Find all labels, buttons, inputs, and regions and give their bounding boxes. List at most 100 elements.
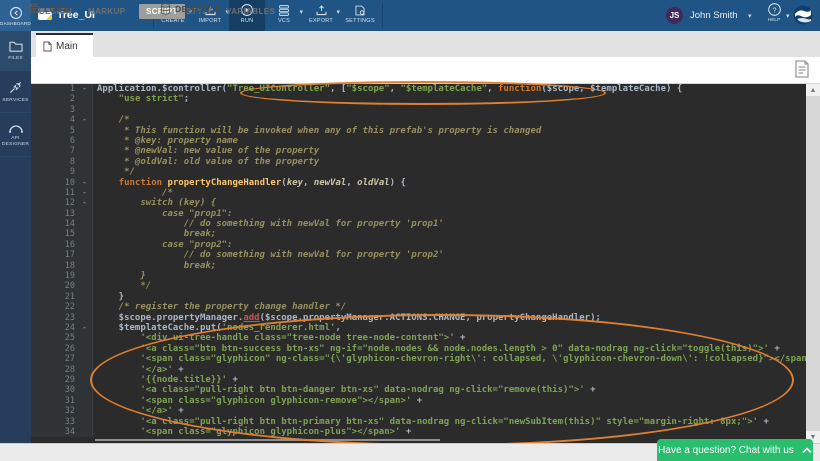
line-number[interactable]: 16: [31, 240, 92, 250]
sidebar-item-api-designer[interactable]: API DESIGNER: [0, 113, 31, 157]
horizontal-scrollbar-thumb[interactable]: [95, 439, 440, 441]
code-line[interactable]: * @oldVal: old value of the property: [97, 157, 806, 167]
code-line[interactable]: '<div ui-tree-handle class="tree-node tr…: [97, 333, 806, 343]
line-number[interactable]: 34: [31, 427, 92, 437]
line-number[interactable]: 28: [31, 365, 92, 375]
line-number[interactable]: 19: [31, 271, 92, 281]
code-line[interactable]: case "prop2":: [97, 240, 806, 250]
line-number[interactable]: 10-: [31, 178, 92, 188]
line-number[interactable]: 31: [31, 396, 92, 406]
chat-button[interactable]: Have a question? Chat with us: [657, 439, 813, 461]
fold-marker-icon[interactable]: -: [82, 198, 87, 208]
line-number[interactable]: 11-: [31, 188, 92, 198]
code-line[interactable]: /* register the property change handler …: [97, 302, 806, 312]
services-icon: [8, 80, 23, 95]
page-icon: [43, 41, 52, 52]
code-line[interactable]: $scope.propertyManager.add($scope.proper…: [97, 313, 806, 323]
editor-gutter[interactable]: 1-234-5678910-11-12-13141516171819202122…: [31, 84, 93, 437]
fold-marker-icon[interactable]: -: [82, 178, 87, 188]
line-number[interactable]: 33: [31, 417, 92, 427]
line-number[interactable]: 15: [31, 229, 92, 239]
line-number[interactable]: 2: [31, 94, 92, 104]
line-number[interactable]: 21: [31, 292, 92, 302]
line-number[interactable]: 5: [31, 126, 92, 136]
code-line[interactable]: '<span class="glyphicon glyphicon-remove…: [97, 396, 806, 406]
line-number[interactable]: 1-: [31, 84, 92, 94]
vertical-scrollbar[interactable]: [806, 84, 820, 443]
line-number[interactable]: 32: [31, 406, 92, 416]
code-line[interactable]: * @key: property name: [97, 136, 806, 146]
sidebar-item-services[interactable]: SERVICES: [0, 71, 31, 113]
line-number[interactable]: 4-: [31, 115, 92, 125]
line-number[interactable]: 7: [31, 146, 92, 156]
fold-marker-icon[interactable]: -: [82, 188, 87, 198]
code-line[interactable]: // do something with newVal for property…: [97, 219, 806, 229]
tab-main[interactable]: Main: [36, 33, 93, 57]
code-line[interactable]: }: [97, 292, 806, 302]
line-number[interactable]: 14: [31, 219, 92, 229]
code-line[interactable]: * This function will be invoked when any…: [97, 126, 806, 136]
line-number[interactable]: 8: [31, 157, 92, 167]
code-line[interactable]: }: [97, 271, 806, 281]
line-number[interactable]: 30: [31, 385, 92, 395]
line-number[interactable]: 26: [31, 344, 92, 354]
code-line[interactable]: '<a class="btn btn-success btn-xs" ng-if…: [97, 344, 806, 354]
code-line[interactable]: /*: [97, 188, 806, 198]
line-number[interactable]: 6: [31, 136, 92, 146]
line-number[interactable]: 27: [31, 354, 92, 364]
sidebar-item-files[interactable]: FILES: [0, 31, 31, 71]
logs-button[interactable]: LOGS: [28, 3, 69, 14]
user-name[interactable]: John Smith: [690, 10, 738, 21]
tab-markup[interactable]: MARKUP: [88, 7, 126, 16]
code-line[interactable]: '<a class="pull-right btn btn-primary bt…: [97, 417, 806, 427]
code-line[interactable]: '{{node.title}}' +: [97, 375, 806, 385]
line-number[interactable]: 12-: [31, 198, 92, 208]
line-number[interactable]: 13: [31, 209, 92, 219]
user-caret-down-icon[interactable]: ▾: [748, 12, 752, 20]
code-line[interactable]: */: [97, 281, 806, 291]
line-number[interactable]: 22: [31, 302, 92, 312]
db-tools-button[interactable]: DB TOOLS: [160, 3, 221, 15]
scroll-up-arrow-icon[interactable]: ▲: [806, 84, 820, 96]
code-line[interactable]: // do something with newVal for property…: [97, 250, 806, 260]
line-number[interactable]: 18: [31, 261, 92, 271]
code-line[interactable]: function propertyChangeHandler(key, newV…: [97, 178, 806, 188]
line-number[interactable]: 17: [31, 250, 92, 260]
export-button[interactable]: EXPORT ▾: [303, 0, 339, 31]
fold-marker-icon[interactable]: -: [82, 323, 87, 333]
dashboard-button[interactable]: DASHBOARD: [0, 0, 31, 31]
line-number[interactable]: 3: [31, 105, 92, 115]
code-line[interactable]: break;: [97, 229, 806, 239]
code-line[interactable]: "use strict";: [97, 94, 806, 104]
format-code-icon[interactable]: [793, 59, 811, 79]
code-line[interactable]: '</a>' +: [97, 406, 806, 416]
avatar[interactable]: JS: [666, 7, 683, 24]
code-line[interactable]: '<span class="glyphicon" ng-class="{\'gl…: [97, 354, 806, 364]
code-line[interactable]: switch (key) {: [97, 198, 806, 208]
wavemaker-logo-icon[interactable]: [793, 5, 813, 25]
code-line[interactable]: /*: [97, 115, 806, 125]
line-number[interactable]: 20: [31, 281, 92, 291]
code-line[interactable]: case "prop1":: [97, 209, 806, 219]
code-line[interactable]: * @newVal: new value of the property: [97, 146, 806, 156]
code-line[interactable]: '<a class="pull-right btn btn-danger btn…: [97, 385, 806, 395]
help-button[interactable]: ? HELP: [762, 2, 786, 30]
code-line[interactable]: */: [97, 167, 806, 177]
line-number[interactable]: 29: [31, 375, 92, 385]
fold-marker-icon[interactable]: -: [82, 115, 87, 125]
help-caret-down-icon[interactable]: ▾: [786, 12, 790, 20]
line-number[interactable]: 23: [31, 313, 92, 323]
settings-button[interactable]: SETTINGS: [340, 0, 380, 31]
code-line[interactable]: '<span class="glyphicon glyphicon-plus">…: [97, 427, 806, 437]
line-number[interactable]: 9: [31, 167, 92, 177]
fold-marker-icon[interactable]: -: [82, 84, 87, 94]
code-line[interactable]: Application.$controller("Tree_UIControll…: [97, 84, 806, 94]
tab-variables[interactable]: VARIABLES: [226, 7, 275, 16]
line-number[interactable]: 25: [31, 333, 92, 343]
code-line[interactable]: break;: [97, 261, 806, 271]
line-number[interactable]: 24-: [31, 323, 92, 333]
code-line[interactable]: [97, 105, 806, 115]
code-line[interactable]: '</a>' +: [97, 365, 806, 375]
code-line[interactable]: $templateCache.put('nodes_renderer.html'…: [97, 323, 806, 333]
editor-code[interactable]: Application.$controller("Tree_UIControll…: [97, 84, 806, 437]
